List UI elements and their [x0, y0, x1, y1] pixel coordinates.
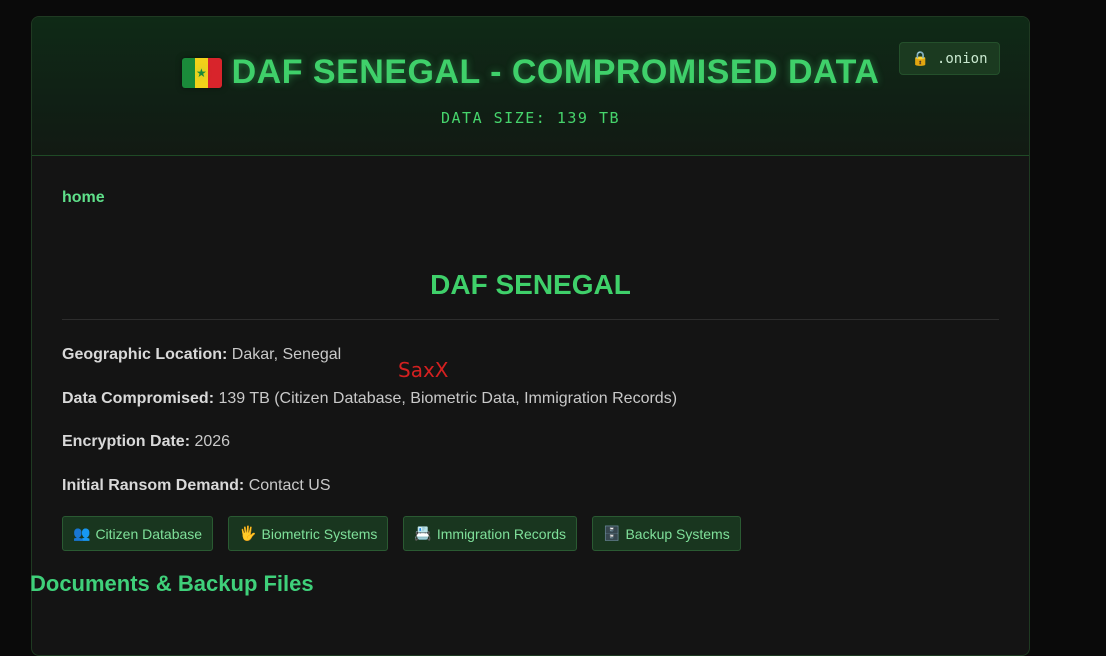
geographic-location-value: Dakar, Senegal — [231, 346, 342, 363]
ransom-demand-label: Initial Ransom Demand: — [62, 477, 245, 494]
tag-backup-systems[interactable]: 🗄️ Backup Systems — [592, 516, 741, 551]
entry-title: DAF SENEGAL — [62, 269, 999, 320]
documents-heading: Documents & Backup Files — [30, 571, 314, 596]
category-tags: 👥 Citizen Database 🖐 Biometric Systems 📇… — [62, 516, 741, 551]
hand-icon: 🖐 — [239, 525, 257, 541]
geographic-location-label: Geographic Location: — [62, 346, 228, 363]
data-compromised-value: 139 TB (Citizen Database, Biometric Data… — [218, 390, 678, 407]
watermark-text: SaxX — [398, 358, 449, 382]
page-title-text: DAF SENEGAL - COMPROMISED DATA — [231, 53, 880, 91]
page-title: ★ DAF SENEGAL - COMPROMISED DATA — [32, 53, 1029, 92]
encryption-date-row: Encryption Date: 2026 — [62, 433, 230, 451]
tag-label: Backup Systems — [625, 525, 730, 542]
tag-immigration-records[interactable]: 📇 Immigration Records — [403, 516, 578, 551]
tag-label: Immigration Records — [436, 525, 567, 542]
data-compromised-label: Data Compromised: — [62, 390, 215, 407]
onion-badge: 🔒 .onion — [899, 42, 1000, 75]
tag-citizen-database[interactable]: 👥 Citizen Database — [62, 516, 214, 551]
ransom-demand-row: Initial Ransom Demand: Contact US — [62, 477, 331, 495]
geographic-location-row: Geographic Location: Dakar, Senegal — [62, 346, 341, 364]
encryption-date-value: 2026 — [194, 433, 231, 450]
main-panel: ★ DAF SENEGAL - COMPROMISED DATA DATA SI… — [31, 16, 1030, 656]
senegal-flag-icon: ★ — [181, 57, 222, 88]
tag-label: Citizen Database — [95, 525, 203, 542]
lock-icon: 🔒 — [911, 50, 929, 67]
tag-biometric-systems[interactable]: 🖐 Biometric Systems — [228, 516, 389, 551]
data-compromised-row: Data Compromised: 139 TB (Citizen Databa… — [62, 390, 677, 408]
file-cabinet-icon: 🗄️ — [603, 525, 621, 541]
page-header: ★ DAF SENEGAL - COMPROMISED DATA DATA SI… — [32, 17, 1029, 156]
onion-badge-text: .onion — [936, 50, 988, 67]
tag-label: Biometric Systems — [261, 525, 378, 542]
ransom-demand-value: Contact US — [248, 477, 331, 494]
data-size-label: DATA SIZE: 139 TB — [440, 109, 621, 127]
card-index-icon: 📇 — [414, 525, 432, 541]
encryption-date-label: Encryption Date: — [62, 433, 191, 450]
people-icon: 👥 — [73, 525, 91, 541]
home-link[interactable]: home — [62, 189, 105, 207]
